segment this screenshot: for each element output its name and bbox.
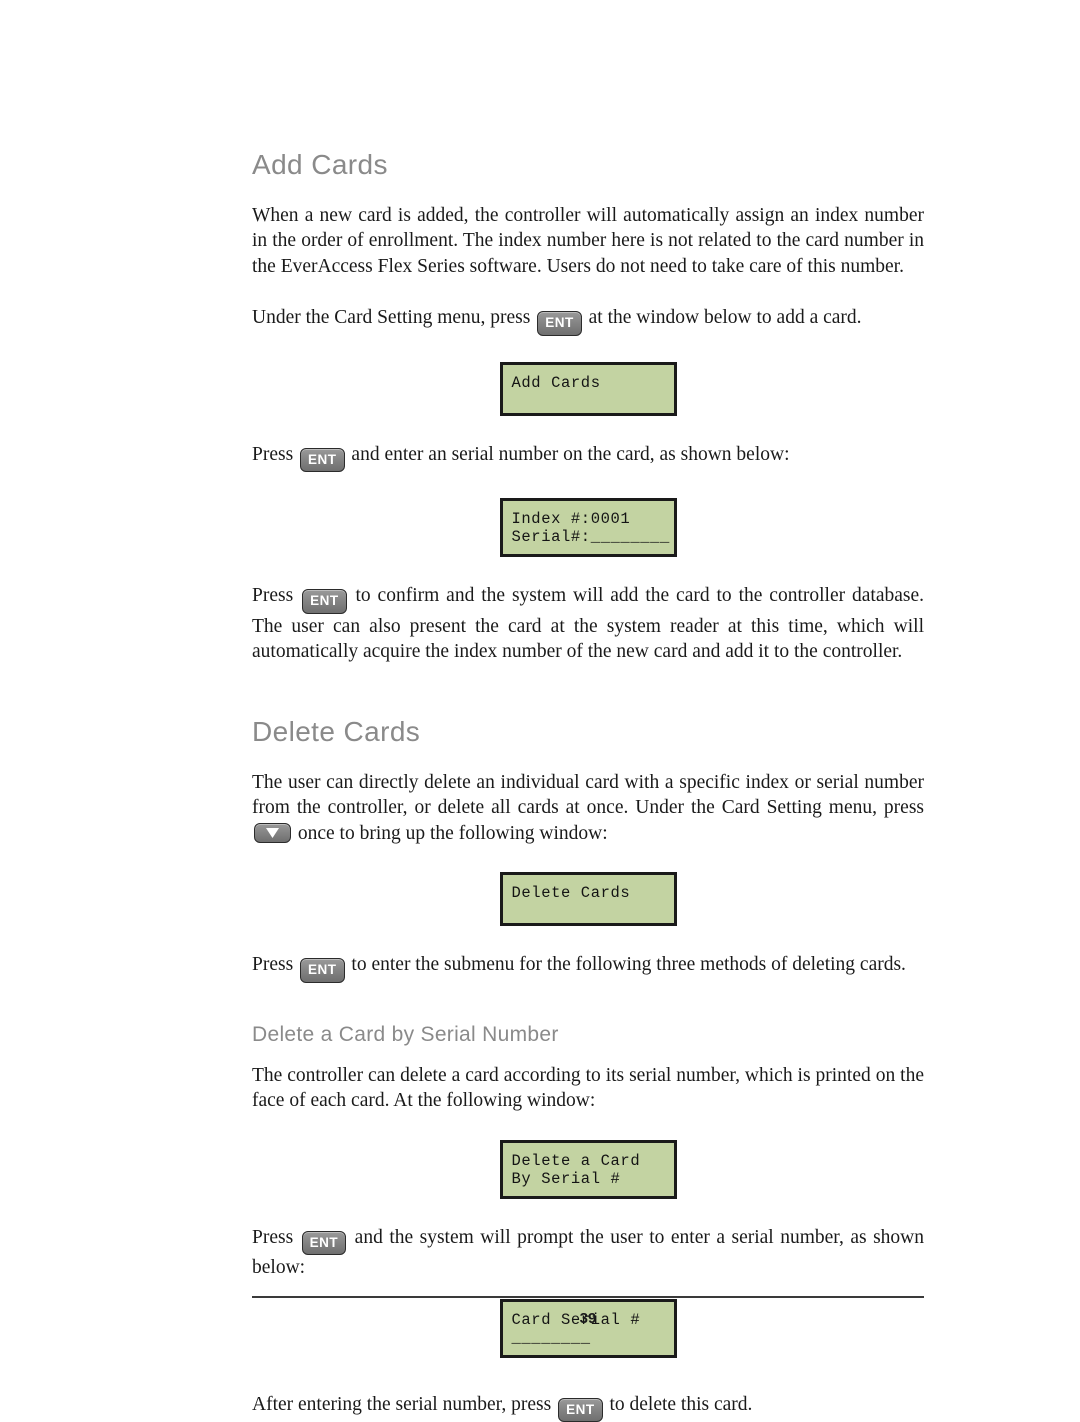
document-page: Add Cards When a new card is added, the …: [0, 0, 1080, 1422]
lcd-display-add-cards: Add Cards: [499, 361, 677, 416]
delete-intro-text-after: once to bring up the following window:: [297, 822, 608, 844]
confirm-text-before: Press: [252, 585, 294, 607]
paragraph-delete-by-serial: The controller can delete a card accordi…: [252, 1064, 924, 1112]
lcd-line-2: ________: [511, 1328, 591, 1347]
ent-key-icon[interactable]: ENT: [301, 1230, 347, 1256]
confirm-text-after: to confirm and the system will add the c…: [252, 585, 925, 663]
ent-key-icon[interactable]: ENT: [300, 447, 345, 473]
footer-divider: [252, 1296, 924, 1298]
lcd-wrap-index-serial: Index #:0001 Serial#:________: [252, 498, 924, 558]
heading-delete-cards: Delete Cards: [252, 715, 421, 747]
delete-intro-text-before: The user can directly delete an individu…: [252, 771, 924, 819]
submenu-text-after: to enter the submenu for the following t…: [351, 954, 906, 976]
prompt-text-before: Press: [252, 1226, 294, 1248]
lcd-line-1: Delete Cards: [511, 884, 631, 903]
ent-key-icon[interactable]: ENT: [537, 311, 582, 336]
ent-key-icon[interactable]: ENT: [300, 958, 345, 983]
paragraph-submenu: Press ENT to enter the submenu for the f…: [252, 952, 924, 983]
submenu-text-before: Press: [252, 954, 294, 976]
lcd-wrap-delete-by-serial: Delete a Card By Serial #: [252, 1139, 924, 1199]
ent-key-icon[interactable]: ENT: [302, 589, 347, 614]
lcd-line-2: Serial#:________: [511, 528, 670, 547]
ent-key-icon[interactable]: ENT: [558, 1397, 603, 1422]
press-text-before: Press: [252, 443, 294, 465]
paragraph-press-ent-serial: Press ENT and enter an serial number on …: [252, 442, 924, 473]
lcd-line-1: Index #:0001: [511, 510, 631, 529]
lcd-line-1: Delete a Card: [511, 1151, 641, 1170]
page-content: Add Cards When a new card is added, the …: [252, 149, 924, 1422]
lcd-display-delete-by-serial: Delete a Card By Serial #: [499, 1139, 677, 1199]
prompt-text-after: and the system will prompt the user to e…: [252, 1226, 925, 1279]
lcd-display-card-serial: Card Serial # ________: [499, 1298, 677, 1358]
page-number: 39: [579, 1310, 597, 1327]
instruction-text-after: at the window below to add a card.: [588, 307, 862, 329]
heading-delete-by-serial: Delete a Card by Serial Number: [252, 1022, 559, 1046]
heading-add-cards: Add Cards: [252, 149, 388, 180]
paragraph-add-card-instruction: Under the Card Setting menu, press ENT a…: [252, 305, 924, 336]
press-text-after: and enter an serial number on the card, …: [351, 443, 790, 465]
paragraph-prompt-serial: Press ENT and the system will prompt the…: [252, 1225, 924, 1281]
lcd-display-index-serial: Index #:0001 Serial#:________: [499, 498, 677, 558]
lcd-display-delete-cards: Delete Cards: [499, 872, 677, 927]
paragraph-closing-delete: After entering the serial number, press …: [252, 1392, 924, 1422]
paragraph-confirm-add: Press ENT to confirm and the system will…: [252, 583, 924, 665]
lcd-wrap-delete-cards: Delete Cards: [252, 872, 924, 927]
paragraph-delete-cards-intro: The user can directly delete an individu…: [252, 770, 924, 847]
paragraph-add-cards-intro: When a new card is added, the controller…: [252, 204, 924, 277]
lcd-line-2: By Serial #: [511, 1169, 621, 1188]
instruction-text-before: Under the Card Setting menu, press: [252, 307, 531, 329]
lcd-line-1: Add Cards: [511, 373, 601, 392]
lcd-wrap-add-cards: Add Cards: [252, 361, 924, 416]
down-arrow-key-icon[interactable]: [254, 822, 291, 843]
lcd-wrap-card-serial: Card Serial # ________: [252, 1298, 924, 1358]
